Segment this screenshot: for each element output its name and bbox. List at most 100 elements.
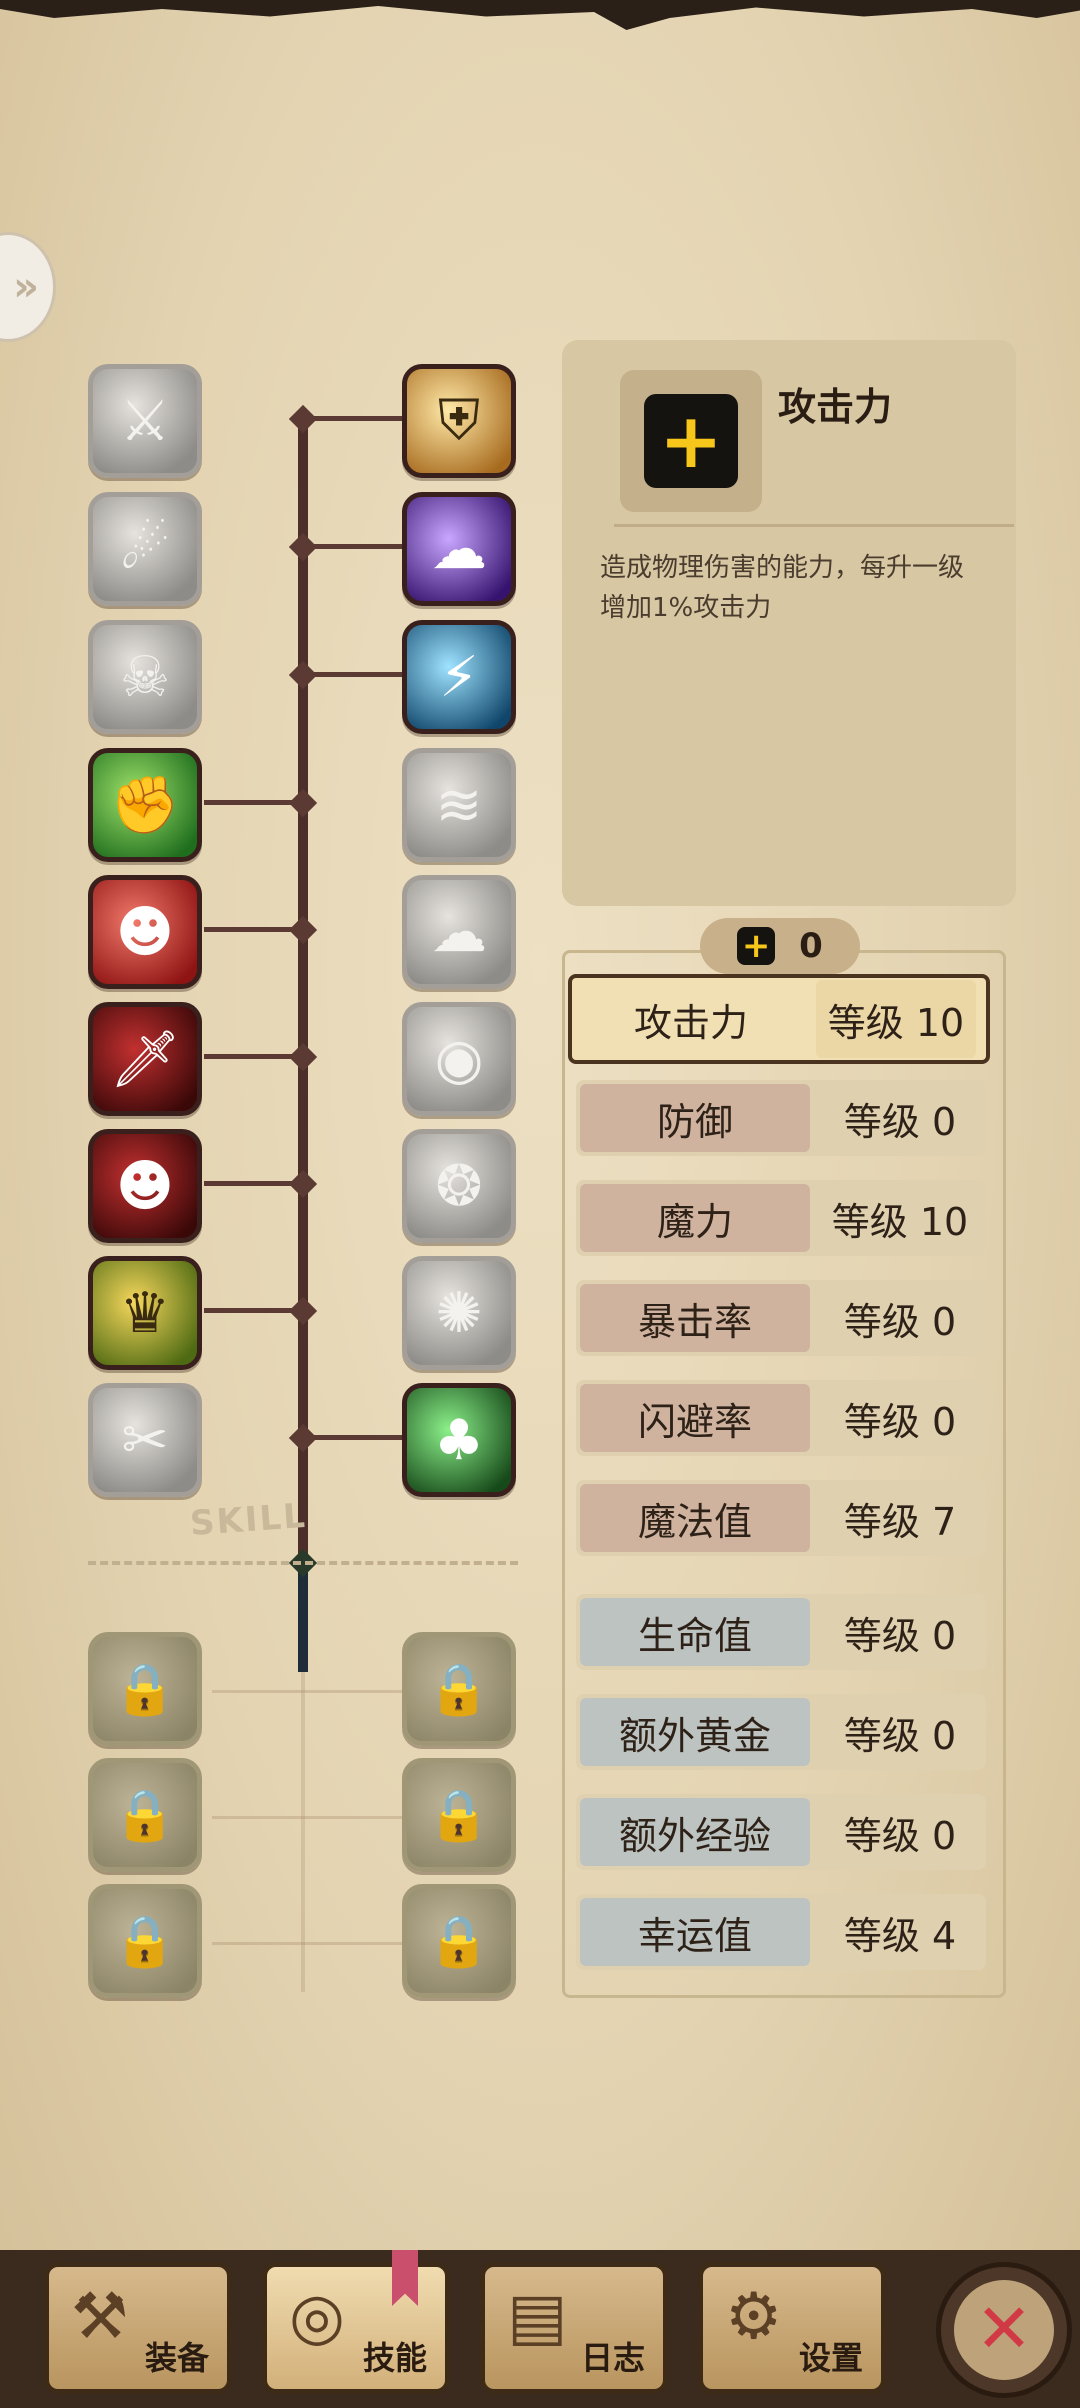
locked-guide — [212, 1942, 408, 1945]
stat-icon-frame: + — [620, 370, 762, 512]
cross-blades-skill-icon[interactable]: ✂ — [88, 1383, 202, 1497]
locked-skill-slot[interactable]: 🔒 — [88, 1632, 202, 1746]
locked-skill-slot[interactable]: 🔒 — [88, 1758, 202, 1872]
nav-settings-button[interactable]: ⚙ 设置 — [698, 2262, 886, 2394]
lock-icon: 🔒 — [113, 1911, 177, 1970]
stat-row-crit-rate[interactable]: 暴击率 等级 0 — [576, 1280, 986, 1356]
holy-shield-skill-icon[interactable]: ⛨ — [402, 364, 516, 478]
skill-emblem-icon: ◎ — [289, 2280, 345, 2354]
stat-name: 幸运值 — [580, 1898, 810, 1966]
branch-left-8 — [204, 1308, 300, 1313]
tree-node — [288, 1042, 318, 1072]
stat-info-description: 造成物理伤害的能力，每升一级增加1%攻击力 — [600, 553, 965, 623]
nav-label: 技能 — [362, 2339, 427, 2377]
stat-row-bonus-exp[interactable]: 额外经验 等级 0 — [576, 1794, 986, 1870]
stat-level: 等级 0 — [843, 1299, 957, 1344]
locked-skill-slot[interactable]: 🔒 — [402, 1884, 516, 1998]
gear-icon: ⚙ — [725, 2280, 783, 2354]
stat-row-luck[interactable]: 幸运值 等级 4 — [576, 1894, 986, 1970]
eye-orb-skill-icon[interactable]: ◉ — [402, 1002, 516, 1116]
stat-name: 魔法值 — [580, 1484, 810, 1552]
skill-tree-trunk-locked — [298, 1564, 308, 1672]
stat-row-health[interactable]: 生命值 等级 0 — [576, 1594, 986, 1670]
smoke-bomb-skill-icon[interactable]: ☁ — [402, 875, 516, 989]
berserk-skill-icon[interactable]: ☻ — [88, 875, 202, 989]
branch-right-2 — [306, 544, 402, 549]
stat-name: 额外经验 — [580, 1798, 810, 1866]
tree-node — [288, 915, 318, 945]
wind-rush-skill-icon[interactable]: ≋ — [402, 748, 516, 862]
lock-icon: 🔒 — [427, 1659, 491, 1718]
branch-left-6 — [204, 1054, 300, 1059]
nav-label: 设置 — [798, 2339, 863, 2377]
stat-level: 等级 10 — [831, 1199, 969, 1244]
roar-skill-icon[interactable]: ☠ — [88, 620, 202, 734]
stat-row-mana[interactable]: 魔法值 等级 7 — [576, 1480, 986, 1556]
skill-divider-label: SKILL — [188, 1495, 309, 1545]
tree-node — [288, 404, 318, 434]
stat-name: 额外黄金 — [580, 1698, 810, 1766]
stat-row-attack[interactable]: 攻击力 等级 10 — [568, 974, 990, 1064]
tree-node — [288, 1169, 318, 1199]
tree-node — [288, 532, 318, 562]
stat-name: 魔力 — [580, 1184, 810, 1252]
lock-icon: 🔒 — [113, 1659, 177, 1718]
stat-level: 等级 0 — [843, 1613, 957, 1658]
torn-top-edge — [0, 0, 1080, 30]
stat-row-magic-power[interactable]: 魔力 等级 10 — [576, 1180, 986, 1256]
locked-guide — [212, 1690, 408, 1693]
dark-ghost-skill-icon[interactable]: ☁ — [402, 492, 516, 606]
stat-level: 等级 0 — [843, 1099, 957, 1144]
double-chevron-right-icon: » — [13, 264, 39, 310]
shadow-assassin-skill-icon[interactable]: ☻ — [88, 1129, 202, 1243]
locked-skill-slot[interactable]: 🔒 — [88, 1884, 202, 1998]
nav-skills-button[interactable]: ◎ 技能 — [262, 2262, 450, 2394]
branch-left-4 — [204, 800, 300, 805]
stat-info-panel: + 攻击力 造成物理伤害的能力，每升一级增加1%攻击力 — [562, 340, 1016, 906]
nav-label: 装备 — [144, 2339, 209, 2377]
dash-kick-skill-icon[interactable]: ☄ — [88, 492, 202, 606]
clover-luck-skill-icon[interactable]: ♣ — [402, 1383, 516, 1497]
expand-panel-button[interactable]: » — [0, 232, 56, 342]
plus-icon: + — [737, 927, 776, 965]
tree-node — [288, 1423, 318, 1453]
lightning-skill-icon[interactable]: ⚡ — [402, 620, 516, 734]
blade-slash-skill-icon[interactable]: ⚔ — [88, 364, 202, 478]
stat-level: 等级 0 — [843, 1399, 957, 1444]
stat-level: 等级 4 — [843, 1913, 957, 1958]
stat-name: 闪避率 — [580, 1384, 810, 1452]
locked-skill-slot[interactable]: 🔒 — [402, 1758, 516, 1872]
golden-armor-skill-icon[interactable]: ♛ — [88, 1256, 202, 1370]
branch-right-9 — [306, 1435, 402, 1440]
whirlwind-skill-icon[interactable]: ❂ — [402, 1129, 516, 1243]
stat-level: 等级 7 — [843, 1499, 957, 1544]
dagger-strike-skill-icon[interactable]: 🗡 — [88, 1002, 202, 1116]
stat-row-defense[interactable]: 防御 等级 0 — [576, 1080, 986, 1156]
plus-icon: + — [644, 394, 738, 488]
stat-name: 生命值 — [580, 1598, 810, 1666]
locked-skill-slot[interactable]: 🔒 — [402, 1632, 516, 1746]
stat-info-title: 攻击力 — [778, 385, 893, 429]
skill-tree-trunk — [298, 416, 308, 1564]
explosion-skill-icon[interactable]: ✺ — [402, 1256, 516, 1370]
nav-label: 日志 — [580, 2339, 645, 2377]
stat-row-bonus-gold[interactable]: 额外黄金 等级 0 — [576, 1694, 986, 1770]
stat-name: 防御 — [580, 1084, 810, 1152]
lock-icon: 🔒 — [113, 1785, 177, 1844]
stat-name: 暴击率 — [580, 1284, 810, 1352]
lock-icon: 🔒 — [427, 1785, 491, 1844]
skill-divider-line — [88, 1561, 518, 1565]
strength-flex-skill-icon[interactable]: ✊ — [88, 748, 202, 862]
nav-log-button[interactable]: ▤ 日志 — [480, 2262, 668, 2394]
stat-level: 等级 0 — [843, 1813, 957, 1858]
branch-left-7 — [204, 1181, 300, 1186]
stat-name: 攻击力 — [633, 1000, 748, 1045]
axe-icon: ⚒ — [71, 2280, 129, 2354]
branch-right-1 — [306, 416, 402, 421]
divider — [614, 524, 1014, 527]
close-button[interactable]: ✕ — [936, 2262, 1072, 2398]
available-points-badge: + 0 — [700, 918, 860, 974]
stat-row-dodge-rate[interactable]: 闪避率 等级 0 — [576, 1380, 986, 1456]
nav-equipment-button[interactable]: ⚒ 装备 — [44, 2262, 232, 2394]
lock-icon: 🔒 — [427, 1911, 491, 1970]
